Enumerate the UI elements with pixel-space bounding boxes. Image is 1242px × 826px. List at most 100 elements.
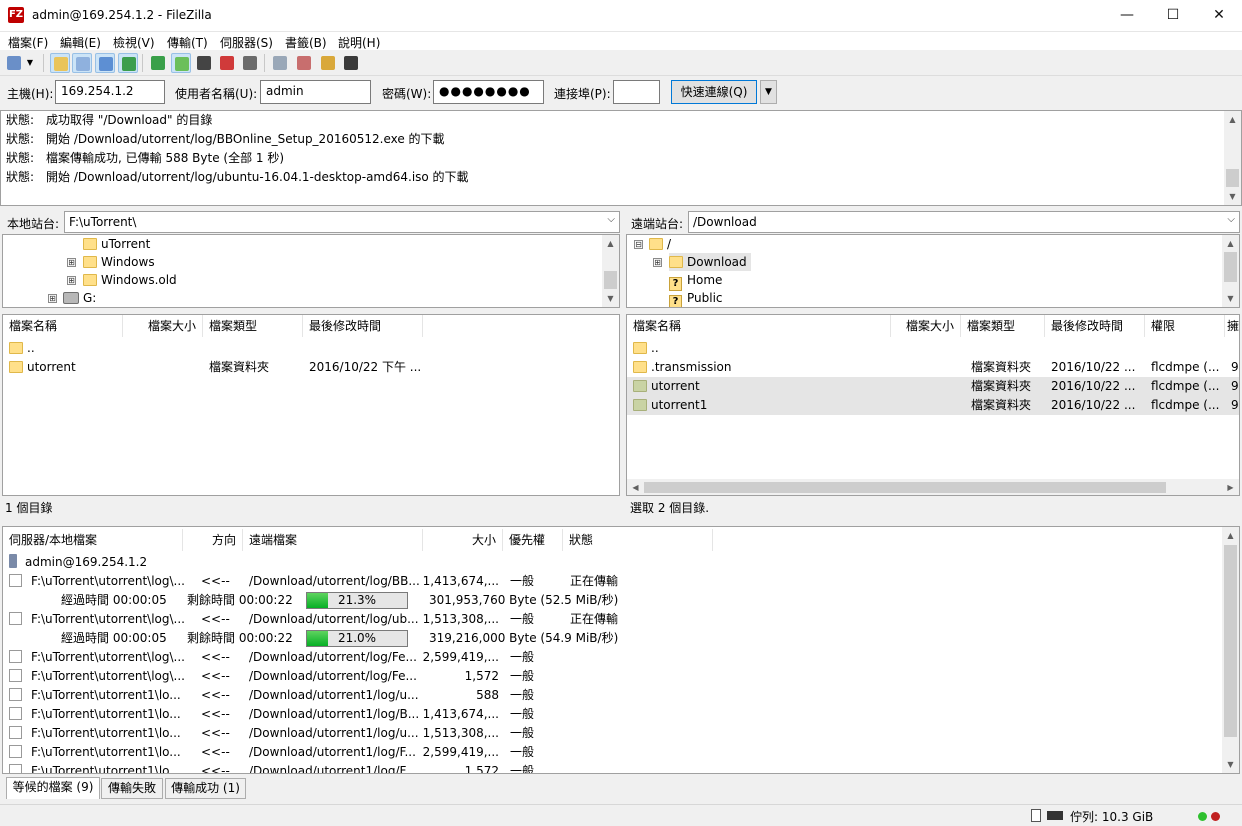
menu-bookmarks[interactable]: 書籤(B): [285, 34, 327, 51]
tree-item-download[interactable]: Download: [669, 253, 751, 271]
cancel-operation-icon[interactable]: [194, 53, 214, 73]
toggle-queue-icon[interactable]: [118, 53, 138, 73]
reconnect-icon[interactable]: [240, 53, 260, 73]
compare-directories-icon[interactable]: [294, 53, 314, 73]
remote-col-modified[interactable]: 最後修改時間: [1045, 315, 1145, 337]
tree-expand-icon[interactable]: ⊞: [653, 258, 662, 267]
queue-item[interactable]: F:\uTorrent\utorrent\log\... <<-- /Downl…: [3, 648, 1219, 667]
queue-col-size[interactable]: 大小: [423, 529, 503, 551]
maximize-button[interactable]: ☐: [1150, 0, 1196, 31]
queue-item[interactable]: F:\uTorrent\utorrent1\lo... <<-- /Downlo…: [3, 762, 1219, 773]
file-row[interactable]: utorrent1 檔案資料夾 2016/10/22 ... flcdmpe (…: [627, 396, 1239, 415]
menu-help[interactable]: 說明(H): [338, 34, 380, 51]
chevron-down-icon[interactable]: ⌵: [607, 214, 615, 225]
file-row[interactable]: ..: [3, 339, 619, 358]
scroll-up-icon[interactable]: ▲: [602, 235, 619, 252]
tree-collapse-icon[interactable]: ⊟: [634, 240, 643, 249]
quickconnect-button[interactable]: 快速連線(Q): [671, 80, 757, 104]
remote-tree-scrollbar[interactable]: ▲ ▼: [1222, 235, 1239, 307]
scroll-down-icon[interactable]: ▼: [1222, 756, 1239, 773]
toggle-log-icon[interactable]: [50, 53, 70, 73]
tab-failed-transfers[interactable]: 傳輸失敗: [101, 778, 163, 799]
scroll-up-icon[interactable]: ▲: [1222, 235, 1239, 252]
scroll-thumb[interactable]: [1224, 545, 1237, 737]
queue-item[interactable]: F:\uTorrent\utorrent1\lo... <<-- /Downlo…: [3, 724, 1219, 743]
scroll-thumb[interactable]: [1224, 252, 1237, 282]
queue-item[interactable]: F:\uTorrent\utorrent1\lo... <<-- /Downlo…: [3, 705, 1219, 724]
scroll-up-icon[interactable]: ▲: [1224, 111, 1241, 128]
port-input[interactable]: [613, 80, 660, 104]
tree-item-public[interactable]: ? Public: [669, 289, 723, 307]
toggle-local-tree-icon[interactable]: [72, 53, 92, 73]
password-input[interactable]: ●●●●●●●●: [433, 80, 544, 104]
log-scrollbar[interactable]: ▲ ▼: [1224, 111, 1241, 205]
queue-item[interactable]: F:\uTorrent\utorrent1\lo... <<-- /Downlo…: [3, 686, 1219, 705]
queue-col-direction[interactable]: 方向: [183, 529, 243, 551]
scroll-right-icon[interactable]: ▶: [1222, 479, 1239, 495]
local-col-name[interactable]: 檔案名稱: [3, 315, 123, 337]
tree-item-root[interactable]: /: [649, 235, 671, 253]
process-queue-icon[interactable]: [171, 53, 191, 73]
tree-item-windows[interactable]: Windows: [83, 253, 155, 271]
queue-col-remote[interactable]: 遠端檔案: [243, 529, 423, 551]
file-row[interactable]: utorrent 檔案資料夾 2016/10/22 下午 ...: [3, 358, 619, 377]
file-row[interactable]: utorrent 檔案資料夾 2016/10/22 ... flcdmpe (.…: [627, 377, 1239, 396]
username-input[interactable]: admin: [260, 80, 371, 104]
remote-path-combo[interactable]: /Download ⌵: [688, 211, 1240, 233]
queue-item[interactable]: F:\uTorrent\utorrent\log\... <<-- /Downl…: [3, 667, 1219, 686]
queue-item[interactable]: F:\uTorrent\utorrent\log\... <<-- /Downl…: [3, 572, 1219, 591]
remote-col-permissions[interactable]: 權限: [1145, 315, 1225, 337]
tree-expand-icon[interactable]: ⊞: [67, 276, 76, 285]
chevron-down-icon[interactable]: ⌵: [1227, 214, 1235, 225]
scroll-down-icon[interactable]: ▼: [1222, 290, 1239, 307]
tree-item-utorrent[interactable]: uTorrent: [83, 235, 150, 253]
queue-server-row[interactable]: admin@169.254.1.2: [9, 553, 147, 572]
remote-col-owner[interactable]: 擁: [1225, 315, 1239, 337]
local-path-combo[interactable]: F:\uTorrent\ ⌵: [64, 211, 620, 233]
remote-col-size[interactable]: 檔案大小: [891, 315, 961, 337]
search-files-icon[interactable]: [341, 53, 361, 73]
host-input[interactable]: 169.254.1.2: [55, 80, 165, 104]
quickconnect-history-dropdown[interactable]: ▼: [760, 80, 777, 104]
queue-item[interactable]: F:\uTorrent\utorrent\log\... <<-- /Downl…: [3, 610, 1219, 629]
file-row[interactable]: ..: [627, 339, 1239, 358]
menu-edit[interactable]: 編輯(E): [60, 34, 101, 51]
queue-col-local[interactable]: 伺服器/本地檔案: [3, 529, 183, 551]
scroll-thumb[interactable]: [604, 271, 617, 289]
tree-item-home[interactable]: ? Home: [669, 271, 722, 291]
scroll-left-icon[interactable]: ◀: [627, 479, 644, 495]
scroll-thumb[interactable]: [1226, 169, 1239, 187]
tree-expand-icon[interactable]: ⊞: [67, 258, 76, 267]
local-col-type[interactable]: 檔案類型: [203, 315, 303, 337]
minimize-button[interactable]: —: [1104, 0, 1150, 31]
scroll-down-icon[interactable]: ▼: [1224, 188, 1241, 205]
scroll-up-icon[interactable]: ▲: [1222, 527, 1239, 544]
sync-browsing-icon[interactable]: [318, 53, 338, 73]
local-col-modified[interactable]: 最後修改時間: [303, 315, 423, 337]
remote-col-type[interactable]: 檔案類型: [961, 315, 1045, 337]
local-col-size[interactable]: 檔案大小: [123, 315, 203, 337]
toggle-remote-tree-icon[interactable]: [95, 53, 115, 73]
menu-view[interactable]: 檢視(V): [113, 34, 155, 51]
menu-server[interactable]: 伺服器(S): [220, 34, 273, 51]
tree-expand-icon[interactable]: ⊞: [48, 294, 57, 303]
scroll-down-icon[interactable]: ▼: [602, 290, 619, 307]
directory-listing-filters-icon[interactable]: [270, 53, 290, 73]
site-manager-icon[interactable]: [4, 53, 24, 73]
queue-col-priority[interactable]: 優先權: [503, 529, 563, 551]
remote-list-hscrollbar[interactable]: ◀ ▶: [627, 479, 1239, 495]
refresh-icon[interactable]: [148, 53, 168, 73]
queue-col-status[interactable]: 狀態: [563, 529, 713, 551]
tab-successful-transfers[interactable]: 傳輸成功 (1): [165, 778, 246, 799]
disconnect-icon[interactable]: [217, 53, 237, 73]
local-tree-scrollbar[interactable]: ▲ ▼: [602, 235, 619, 307]
close-button[interactable]: ✕: [1196, 0, 1242, 31]
site-manager-dropdown-icon[interactable]: ▼: [24, 53, 36, 73]
tab-queued-files[interactable]: 等候的檔案 (9): [6, 777, 100, 799]
remote-col-name[interactable]: 檔案名稱: [627, 315, 891, 337]
scroll-thumb[interactable]: [644, 482, 1166, 493]
queue-scrollbar[interactable]: ▲ ▼: [1222, 527, 1239, 773]
menu-transfer[interactable]: 傳輸(T): [167, 34, 208, 51]
queue-item[interactable]: F:\uTorrent\utorrent1\lo... <<-- /Downlo…: [3, 743, 1219, 762]
tree-item-windows-old[interactable]: Windows.old: [83, 271, 177, 289]
